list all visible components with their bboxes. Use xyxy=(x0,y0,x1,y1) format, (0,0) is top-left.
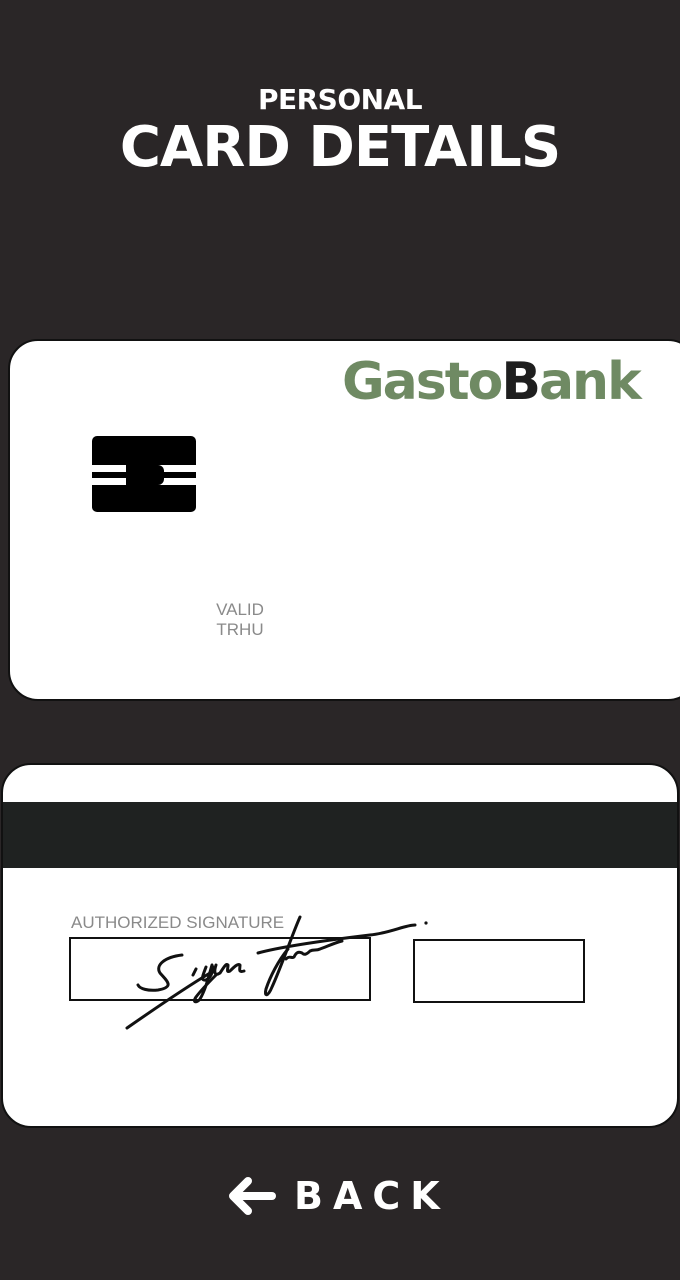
card-front: GastoBank VALID TRHU xyxy=(8,339,680,701)
bank-logo: GastoBank xyxy=(342,349,642,415)
page-header: PERSONAL CARD DETAILS xyxy=(0,82,680,178)
chip-icon xyxy=(92,436,196,512)
bank-logo-part1: Gasto xyxy=(342,352,503,412)
back-button-label: BACK xyxy=(294,1174,450,1218)
magnetic-stripe xyxy=(3,802,677,868)
valid-label-line1: VALID xyxy=(216,600,264,619)
arrow-left-icon xyxy=(229,1177,276,1215)
valid-label-line2: TRHU xyxy=(216,620,264,639)
bank-logo-part2: ank xyxy=(538,352,642,412)
bank-logo-part2-dark: B xyxy=(501,352,541,412)
back-button[interactable]: BACK xyxy=(226,1168,450,1224)
page-subtitle: PERSONAL xyxy=(257,83,423,116)
valid-thru-label: VALID TRHU xyxy=(200,600,280,640)
handwritten-signature xyxy=(125,915,428,1030)
page-title: CARD DETAILS xyxy=(119,115,561,180)
